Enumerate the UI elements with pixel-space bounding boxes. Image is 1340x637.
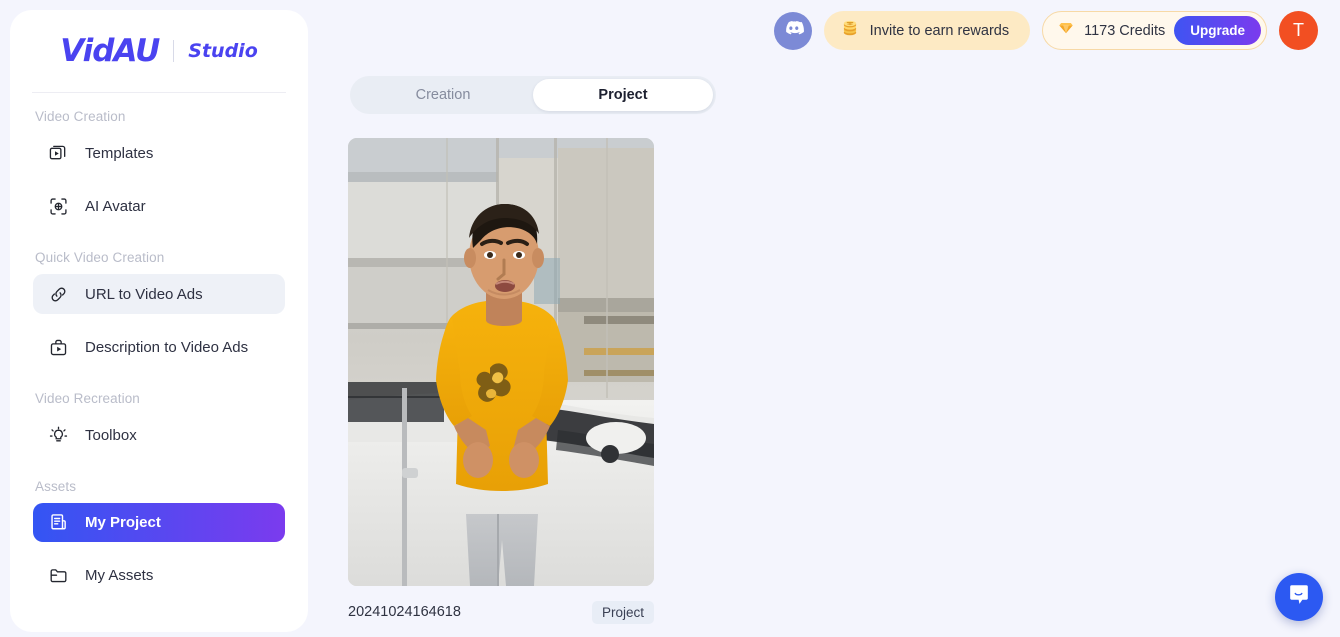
link-icon — [49, 285, 68, 304]
sidebar-item-my-project[interactable]: My Project — [33, 503, 285, 542]
sidebar-item-label: URL to Video Ads — [85, 285, 203, 303]
section-video-creation: Video Creation — [35, 109, 126, 124]
section-video-recreation: Video Recreation — [35, 391, 140, 406]
tab-switcher: Creation Project — [350, 76, 716, 114]
briefcase-play-icon — [49, 338, 68, 357]
sidebar-item-label: My Assets — [85, 566, 154, 584]
sidebar: VidAU Studio Video Creation Templates AI… — [10, 10, 308, 632]
app-root: VidAU Studio Video Creation Templates AI… — [0, 0, 1340, 637]
brand-separator — [173, 40, 175, 62]
sidebar-nav: Video Creation Templates AI Avatar Quick… — [10, 93, 308, 595]
chat-bubble-icon — [1286, 582, 1312, 613]
vidau-logo: VidAU — [60, 33, 160, 69]
sidebar-item-url-to-video-ads[interactable]: URL to Video Ads — [33, 274, 285, 314]
templates-icon — [49, 144, 68, 163]
sidebar-item-label: AI Avatar — [85, 197, 146, 215]
project-meta: 20241024164618 Project — [348, 599, 654, 625]
sidebar-item-label: Toolbox — [85, 426, 137, 444]
main-content: Creation Project 20241024164618 Project — [330, 0, 1340, 637]
project-thumbnail[interactable] — [348, 138, 654, 586]
section-assets: Assets — [35, 479, 77, 494]
section-quick-video-creation: Quick Video Creation — [35, 250, 165, 265]
chat-support-button[interactable] — [1275, 573, 1323, 621]
project-card: 20241024164618 Project — [348, 138, 654, 625]
tab-creation[interactable]: Creation — [353, 79, 533, 111]
sidebar-item-label: My Project — [85, 514, 161, 531]
sidebar-item-toolbox[interactable]: Toolbox — [33, 415, 285, 455]
studio-label: Studio — [188, 40, 258, 62]
sidebar-item-description-to-video-ads[interactable]: Description to Video Ads — [33, 327, 285, 367]
project-type-badge: Project — [591, 600, 654, 624]
lightbulb-icon — [49, 426, 68, 445]
sidebar-item-ai-avatar[interactable]: AI Avatar — [33, 186, 285, 226]
tab-project[interactable]: Project — [533, 79, 713, 111]
ai-avatar-icon — [49, 197, 68, 216]
document-icon — [49, 513, 68, 532]
project-name: 20241024164618 — [348, 604, 461, 620]
brand-header: VidAU Studio — [10, 10, 308, 92]
sidebar-item-my-assets[interactable]: My Assets — [33, 555, 285, 595]
sidebar-item-label: Templates — [85, 144, 154, 162]
sidebar-item-label: Description to Video Ads — [85, 338, 249, 356]
sidebar-item-templates[interactable]: Templates — [33, 133, 285, 173]
folder-icon — [49, 566, 68, 585]
thumbnail-image — [348, 138, 654, 586]
